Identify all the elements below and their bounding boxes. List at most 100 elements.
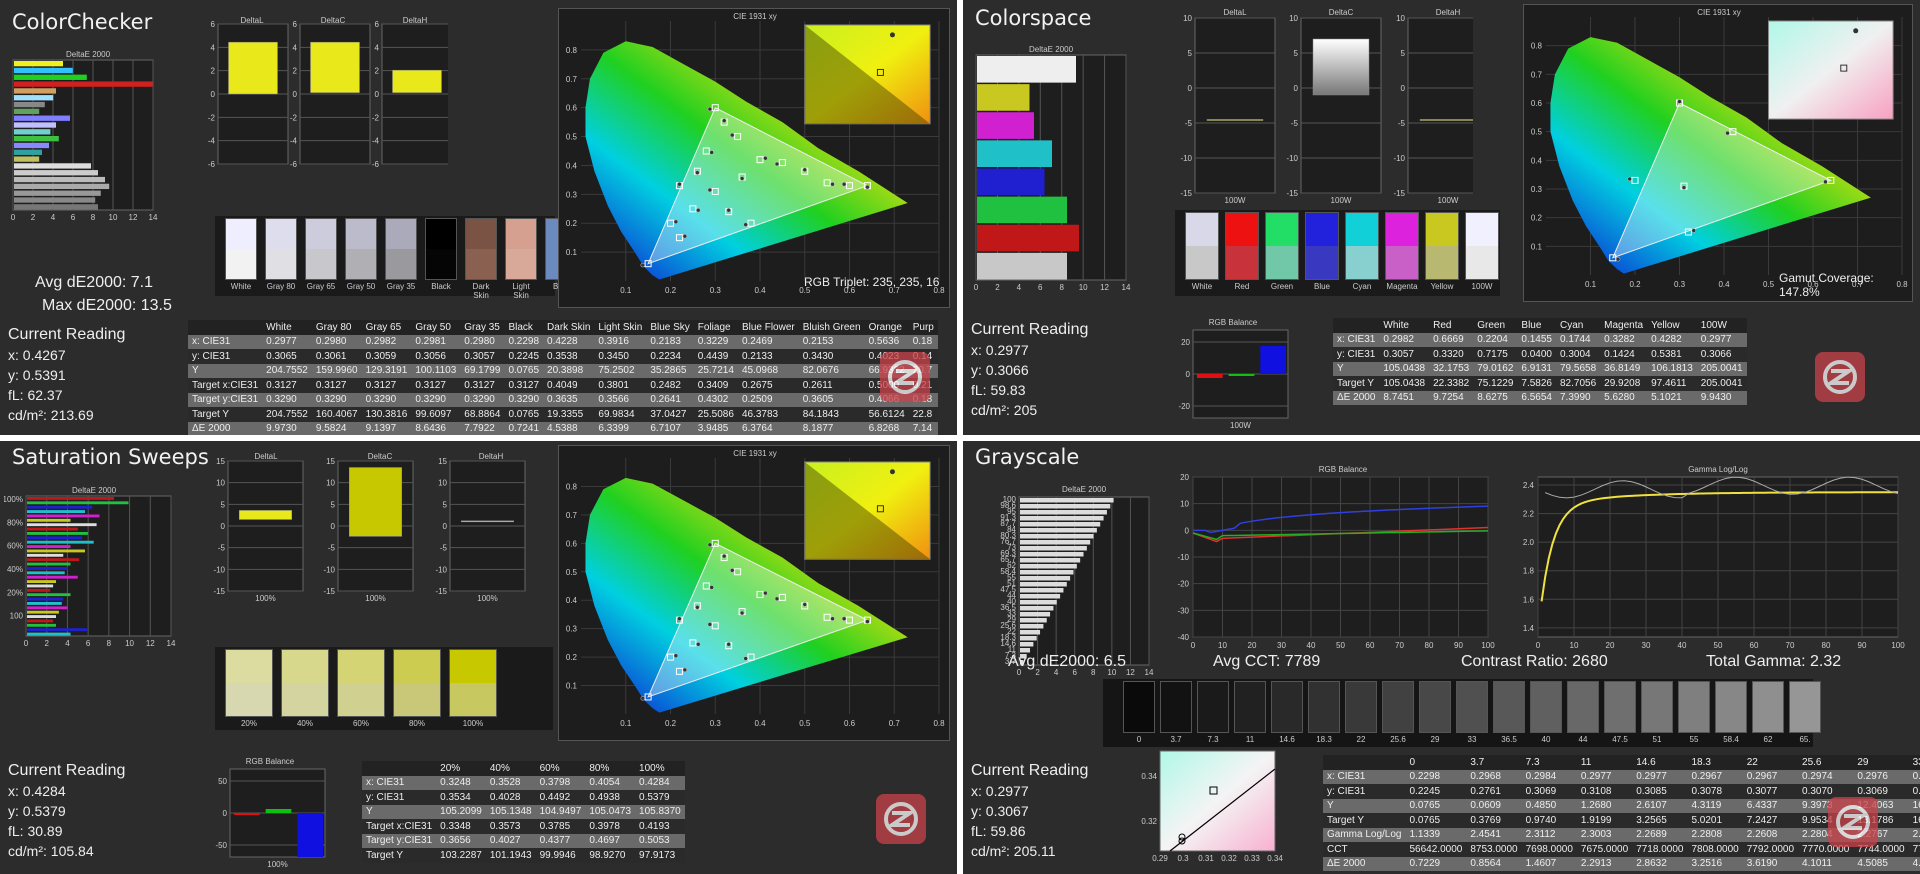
bar	[14, 67, 73, 74]
table-cell: 45.0968	[737, 363, 799, 378]
measured-point	[695, 605, 700, 610]
table-cell: 0.2298	[504, 334, 544, 349]
table-cell: Target Y	[1333, 376, 1380, 391]
swatch-label: Gray 80	[266, 282, 296, 291]
reading-cd: cd/m²: 205.11	[971, 843, 1056, 859]
table-cell: 0.2982	[361, 334, 412, 349]
x-tick: 4	[51, 213, 56, 222]
table-cell: 0.1744	[1556, 332, 1601, 347]
table-cell: 130.3816	[361, 407, 412, 422]
y-tick: -10	[1177, 553, 1189, 562]
x-tick: 20	[1606, 641, 1615, 650]
table-cell: Blue Flower	[737, 320, 799, 335]
table-cell: 60%	[535, 761, 586, 776]
y-tick: 0.7	[566, 75, 578, 84]
table-cell: 0.3528	[485, 775, 536, 790]
measured-point	[709, 585, 714, 590]
x-tick: 0.5	[1763, 280, 1775, 289]
table-cell: 40%	[485, 761, 536, 776]
bar	[27, 562, 71, 566]
bar	[27, 619, 54, 623]
bar	[27, 532, 88, 535]
table-cell: 22	[1742, 755, 1799, 770]
table-cell: 2.4541	[1466, 827, 1522, 842]
table-cell: Blue Sky	[646, 320, 694, 335]
rgb-balance-chart: RGB Balance 20 10 0 -10 -20 -30 -40 0 10 20 30 40 50…	[1163, 465, 1503, 665]
y-tick: 0.5	[1531, 128, 1543, 137]
x-tick: 0.32	[1221, 854, 1237, 863]
cie-title: CIE 1931 xy	[733, 12, 777, 21]
table-row: y: CIE31 0.3065 0.3061 0.3059 0.3056 0.3057 0.…	[188, 349, 938, 364]
bar	[1020, 588, 1064, 593]
table-cell: 0.3290	[311, 392, 362, 407]
reading-x: x: 0.2977	[971, 342, 1029, 358]
x-tick: 0.5	[799, 719, 811, 728]
bar	[228, 41, 278, 95]
table-cell: 0.2982	[1379, 332, 1430, 347]
swatch-label: 60%	[352, 719, 369, 728]
bar	[1020, 612, 1051, 617]
table-cell: 0.3059	[361, 349, 412, 364]
table-cell: 82.7056	[1556, 376, 1601, 391]
plot-area	[1194, 17, 1276, 194]
swatch-label: 22	[1356, 735, 1366, 744]
total-gamma: Total Gamma: 2.32	[1706, 653, 1842, 670]
table-cell: 0.3409	[693, 378, 738, 393]
table-cell: 0.3573	[485, 819, 536, 834]
x-tick: 0	[974, 283, 979, 292]
swatch-label: 3.7	[1170, 735, 1182, 744]
x-tick: 20	[1248, 641, 1257, 650]
y-tick: 0	[1186, 370, 1191, 379]
y-tick: -6	[208, 160, 216, 169]
table-cell: 0.3069	[1908, 784, 1920, 799]
y-tick: 0.7	[1531, 70, 1543, 79]
bar	[1020, 510, 1107, 515]
table-cell: 0.4027	[485, 833, 536, 848]
table-cell: 7.7922	[460, 421, 505, 435]
table-row: Y 105.0438 32.1753 79.0162 6.9131 79.5658 36.8…	[1333, 361, 1747, 376]
table-cell: 0.2641	[646, 392, 694, 407]
x-tick: 100W	[1438, 196, 1459, 205]
table-cell: 6.5654	[1517, 390, 1556, 405]
table-cell: 20%	[436, 761, 486, 776]
delta-c-title: DeltaC	[1328, 8, 1354, 17]
table-cell: 6.9131	[1517, 361, 1556, 376]
y-tick: 2	[211, 67, 216, 76]
table-cell: 0.1455	[1517, 332, 1556, 347]
table-cell: 105.2099	[436, 804, 486, 819]
table-cell: 0.3056	[411, 349, 461, 364]
logo-icon	[1815, 352, 1865, 402]
swatch	[393, 649, 441, 717]
y-tick: 10	[438, 479, 447, 488]
bar	[27, 527, 78, 531]
current-reading: Current Reading x: 0.4284 y: 0.5379 fL: …	[8, 761, 125, 861]
table-cell: 0.2761	[1466, 784, 1522, 799]
measured-point	[726, 642, 731, 647]
y-tick: 5	[1188, 49, 1193, 58]
table-cell: 7698.0000	[1521, 842, 1577, 857]
x-tick: 100	[1481, 641, 1495, 650]
swatch-label: 11	[1245, 735, 1255, 744]
table-cell: 0.3127	[504, 378, 544, 393]
table-cell: Light Skin	[594, 320, 647, 335]
table-row: ΔE 2000 9.9730 9.5824 9.1397 8.6436 7.7922 0.7…	[188, 421, 938, 435]
y-tick: 0.3	[566, 190, 578, 199]
gamut-coverage: Gamut Coverage: 147.8%	[1779, 271, 1874, 299]
y-tick: 100%	[4, 495, 23, 504]
deltae-title: DeltaE 2000	[1028, 45, 1074, 54]
y-tick: -2	[372, 113, 380, 122]
bar	[14, 61, 63, 67]
table-cell: 0.3077	[1742, 784, 1799, 799]
x-tick: 40	[1307, 641, 1316, 650]
bar	[27, 615, 56, 618]
x-tick: 12	[1126, 668, 1135, 677]
y-tick: 1.8	[1523, 567, 1535, 576]
y-tick: 0	[443, 522, 448, 531]
table-cell: 0.2234	[646, 349, 694, 364]
y-tick: 0	[1294, 84, 1299, 93]
x-tick: 0.6	[844, 719, 856, 728]
table-cell: White	[262, 320, 312, 335]
y-tick: -5	[218, 544, 226, 553]
y-tick: 2	[375, 67, 380, 76]
table-cell: 0.0765	[1405, 798, 1467, 813]
